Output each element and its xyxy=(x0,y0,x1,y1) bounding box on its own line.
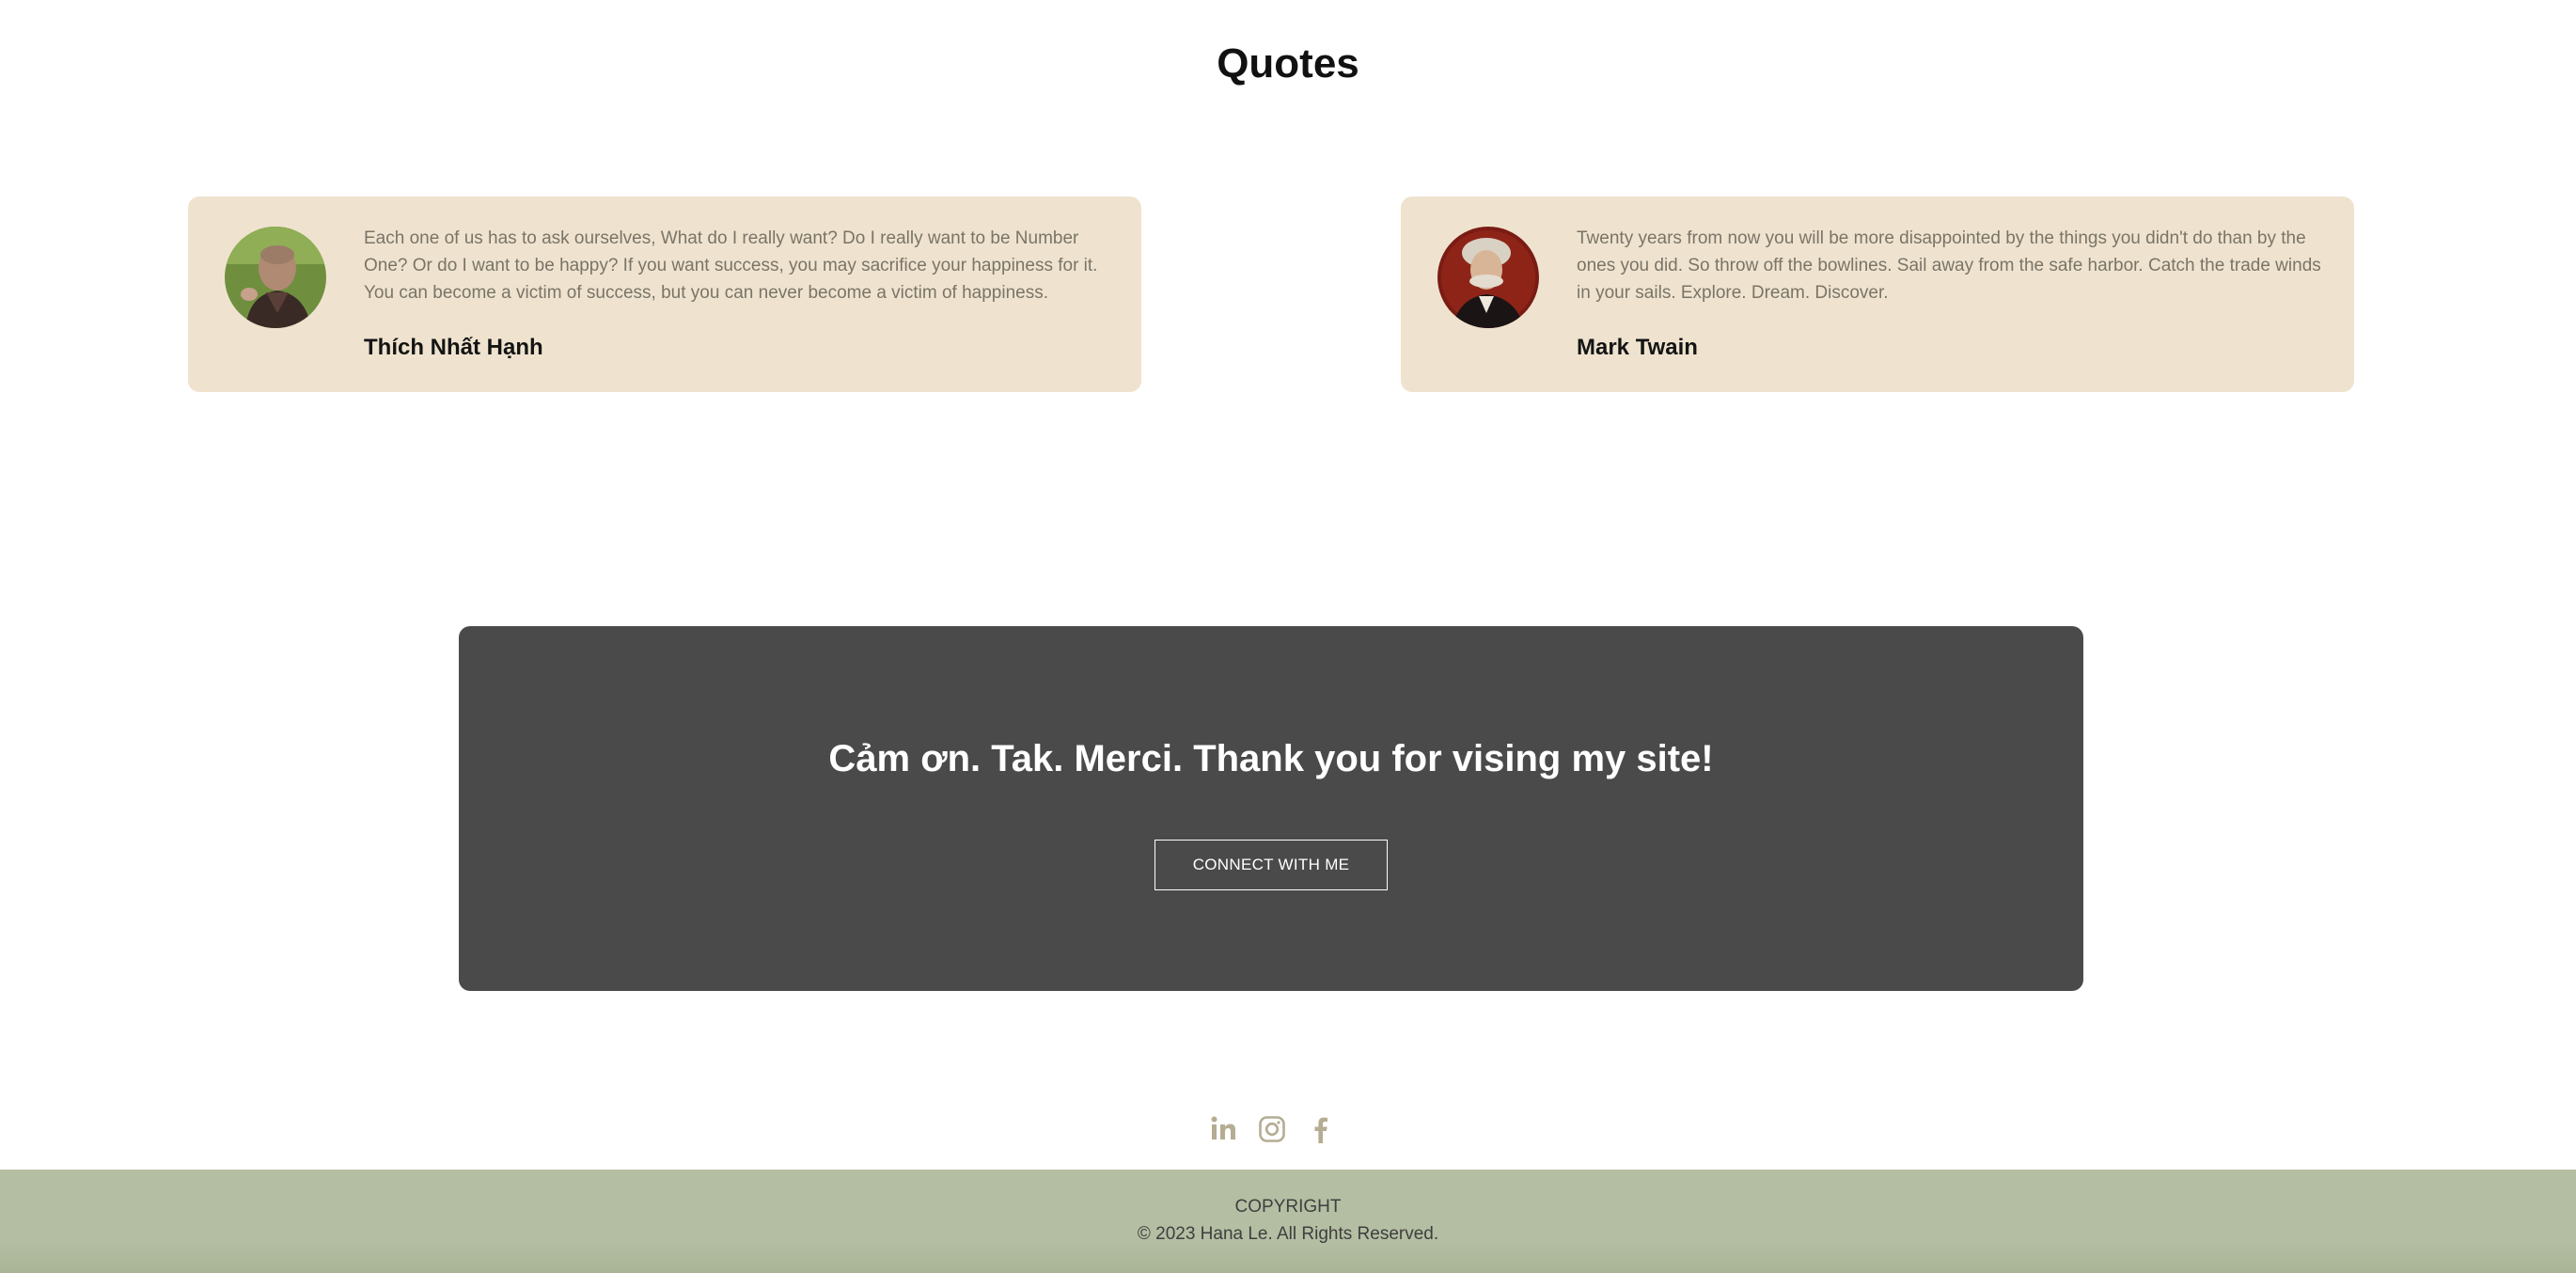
author-avatar xyxy=(1437,227,1539,328)
connect-with-me-button[interactable]: CONNECT WITH ME xyxy=(1154,840,1388,890)
quote-author: Mark Twain xyxy=(1577,335,1698,360)
facebook-icon[interactable] xyxy=(1307,1113,1335,1145)
linkedin-icon[interactable] xyxy=(1209,1113,1237,1145)
thank-you-panel: Cảm ơn. Tak. Merci. Thank you for vising… xyxy=(459,626,2083,991)
quote-author: Thích Nhất Hạnh xyxy=(364,335,543,360)
instagram-icon[interactable] xyxy=(1258,1113,1286,1145)
footer: COPYRIGHT © 2023 Hana Le. All Rights Res… xyxy=(0,1170,2576,1273)
copyright-label: COPYRIGHT xyxy=(1234,1197,1342,1217)
quote-card: Twenty years from now you will be more d… xyxy=(1401,196,2354,392)
quotes-section-title: Quotes xyxy=(1217,40,1359,86)
quote-text: Twenty years from now you will be more d… xyxy=(1577,228,2321,303)
social-links xyxy=(1209,1113,1335,1145)
quote-card: Each one of us has to ask ourselves, Wha… xyxy=(188,196,1141,392)
copyright-notice: © 2023 Hana Le. All Rights Reserved. xyxy=(1137,1224,1439,1244)
thank-you-heading: Cảm ơn. Tak. Merci. Thank you for vising… xyxy=(828,738,1714,779)
author-avatar xyxy=(225,227,326,328)
quote-text: Each one of us has to ask ourselves, Wha… xyxy=(364,228,1098,303)
